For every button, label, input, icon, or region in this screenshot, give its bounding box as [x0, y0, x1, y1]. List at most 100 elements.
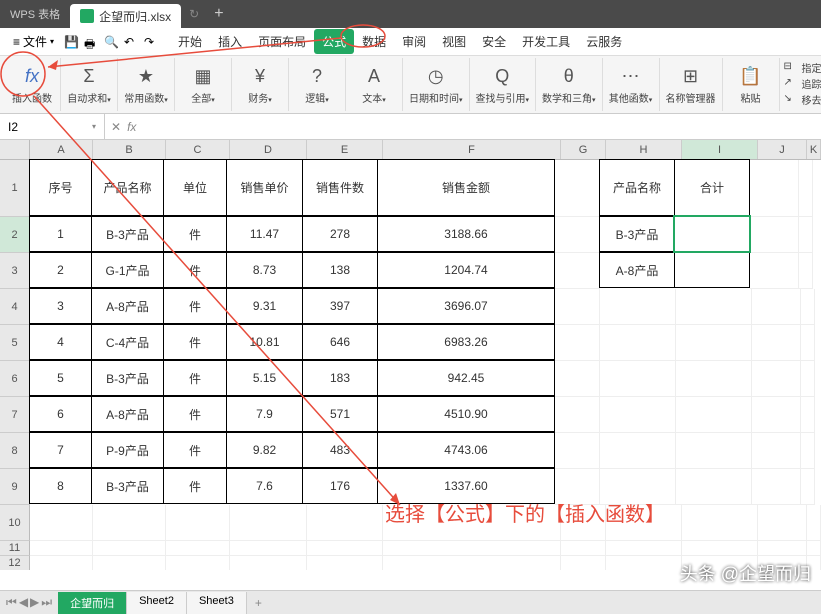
- cell-D6[interactable]: 5.15: [226, 360, 303, 396]
- cell-I1[interactable]: 合计: [674, 159, 750, 216]
- cell-H2[interactable]: B-3产品: [599, 216, 675, 252]
- cell-I6[interactable]: [676, 361, 752, 397]
- cell-A7[interactable]: 6: [29, 396, 92, 432]
- sheet-nav-prev-icon[interactable]: ◀: [19, 595, 28, 610]
- cell-G6[interactable]: [555, 361, 600, 397]
- select-all-corner[interactable]: [0, 140, 30, 159]
- sheet-tab-Sheet3[interactable]: Sheet3: [187, 592, 247, 614]
- cell-F2[interactable]: 3188.66: [377, 216, 555, 252]
- cell-D5[interactable]: 10.81: [226, 324, 303, 360]
- cell-H8[interactable]: [600, 433, 676, 469]
- cell-C5[interactable]: 件: [163, 324, 227, 360]
- cell-J2[interactable]: [750, 217, 799, 253]
- cell-D3[interactable]: 8.73: [226, 252, 303, 288]
- cell-F1[interactable]: 销售金额: [377, 159, 555, 216]
- col-header-B[interactable]: B: [93, 140, 166, 159]
- cell-C2[interactable]: 件: [163, 216, 227, 252]
- print-icon[interactable]: 🖶: [84, 35, 98, 49]
- cell-B3[interactable]: G-1产品: [91, 252, 164, 288]
- cell-I5[interactable]: [676, 325, 752, 361]
- cell-A11[interactable]: [30, 541, 93, 556]
- cell-K7[interactable]: [801, 397, 815, 433]
- ribbon-其他函数[interactable]: ⋯其他函数▾: [603, 58, 660, 111]
- cell-I4[interactable]: [676, 289, 752, 325]
- cell-E2[interactable]: 278: [302, 216, 378, 252]
- ribbon-财务[interactable]: ¥财务▾: [232, 58, 289, 111]
- cell-G5[interactable]: [555, 325, 600, 361]
- cell-B12[interactable]: [93, 556, 166, 570]
- cell-H6[interactable]: [600, 361, 676, 397]
- cell-D9[interactable]: 7.6: [226, 468, 303, 504]
- refresh-icon[interactable]: ↻: [189, 7, 199, 21]
- cell-F8[interactable]: 4743.06: [377, 432, 555, 468]
- col-header-G[interactable]: G: [561, 140, 606, 159]
- ribbon-插入函数[interactable]: fx插入函数: [4, 58, 61, 111]
- row-header-12[interactable]: 12: [0, 556, 30, 570]
- cell-E11[interactable]: [307, 541, 383, 556]
- cell-A3[interactable]: 2: [29, 252, 92, 288]
- row-header-4[interactable]: 4: [0, 289, 30, 325]
- cell-A5[interactable]: 4: [29, 324, 92, 360]
- cell-G8[interactable]: [555, 433, 600, 469]
- cell-D1[interactable]: 销售单价: [226, 159, 303, 216]
- cell-F12[interactable]: [383, 556, 561, 570]
- menu-开始[interactable]: 开始: [170, 29, 210, 54]
- document-tab[interactable]: 企望而归.xlsx: [70, 4, 181, 28]
- ribbon-常用函数[interactable]: ★常用函数▾: [118, 58, 175, 111]
- cell-K5[interactable]: [801, 325, 815, 361]
- cell-H5[interactable]: [600, 325, 676, 361]
- fx-icon[interactable]: fx: [127, 120, 136, 134]
- menu-安全[interactable]: 安全: [474, 29, 514, 54]
- cell-J3[interactable]: [750, 253, 799, 289]
- cell-K10[interactable]: [807, 505, 821, 541]
- col-header-A[interactable]: A: [30, 140, 93, 159]
- cell-E9[interactable]: 176: [302, 468, 378, 504]
- row-header-2[interactable]: 2: [0, 217, 30, 253]
- chevron-down-icon[interactable]: ▾: [92, 122, 96, 131]
- cell-B11[interactable]: [93, 541, 166, 556]
- menu-公式[interactable]: 公式: [314, 29, 354, 54]
- cell-D7[interactable]: 7.9: [226, 396, 303, 432]
- cell-A8[interactable]: 7: [29, 432, 92, 468]
- cell-I11[interactable]: [682, 541, 758, 556]
- undo-icon[interactable]: ↶: [124, 35, 138, 49]
- cell-B2[interactable]: B-3产品: [91, 216, 164, 252]
- col-header-F[interactable]: F: [383, 140, 561, 159]
- cell-E8[interactable]: 483: [302, 432, 378, 468]
- cell-C8[interactable]: 件: [163, 432, 227, 468]
- cell-K2[interactable]: [799, 217, 813, 253]
- cell-C9[interactable]: 件: [163, 468, 227, 504]
- row-header-6[interactable]: 6: [0, 361, 30, 397]
- cell-E1[interactable]: 销售件数: [302, 159, 378, 216]
- cell-C6[interactable]: 件: [163, 360, 227, 396]
- cell-D12[interactable]: [230, 556, 307, 570]
- cell-B6[interactable]: B-3产品: [91, 360, 164, 396]
- cell-G11[interactable]: [561, 541, 606, 556]
- ribbon-查找与引用[interactable]: Q查找与引用▾: [470, 58, 537, 111]
- cell-I3[interactable]: [674, 252, 750, 288]
- cell-G2[interactable]: [555, 217, 600, 253]
- col-header-J[interactable]: J: [758, 140, 807, 159]
- row-header-9[interactable]: 9: [0, 469, 30, 505]
- cell-J7[interactable]: [752, 397, 801, 433]
- redo-icon[interactable]: ↷: [144, 35, 158, 49]
- ribbon-自动求和[interactable]: Σ自动求和▾: [61, 58, 118, 111]
- menu-页面布局[interactable]: 页面布局: [250, 29, 314, 54]
- add-sheet-icon[interactable]: +: [247, 596, 270, 610]
- col-header-E[interactable]: E: [307, 140, 383, 159]
- row-header-1[interactable]: 1: [0, 160, 30, 217]
- cell-G12[interactable]: [561, 556, 606, 570]
- row-header-3[interactable]: 3: [0, 253, 30, 289]
- row-header-11[interactable]: 11: [0, 541, 30, 556]
- cell-K11[interactable]: [807, 541, 821, 556]
- cell-D4[interactable]: 9.31: [226, 288, 303, 324]
- cell-F4[interactable]: 3696.07: [377, 288, 555, 324]
- col-header-H[interactable]: H: [606, 140, 682, 159]
- preview-icon[interactable]: 🔍: [104, 35, 118, 49]
- cell-C1[interactable]: 单位: [163, 159, 227, 216]
- cell-J4[interactable]: [752, 289, 801, 325]
- col-header-D[interactable]: D: [230, 140, 307, 159]
- sheet-tab-企望而归[interactable]: 企望而归: [58, 592, 127, 614]
- cell-E7[interactable]: 571: [302, 396, 378, 432]
- cell-J11[interactable]: [758, 541, 807, 556]
